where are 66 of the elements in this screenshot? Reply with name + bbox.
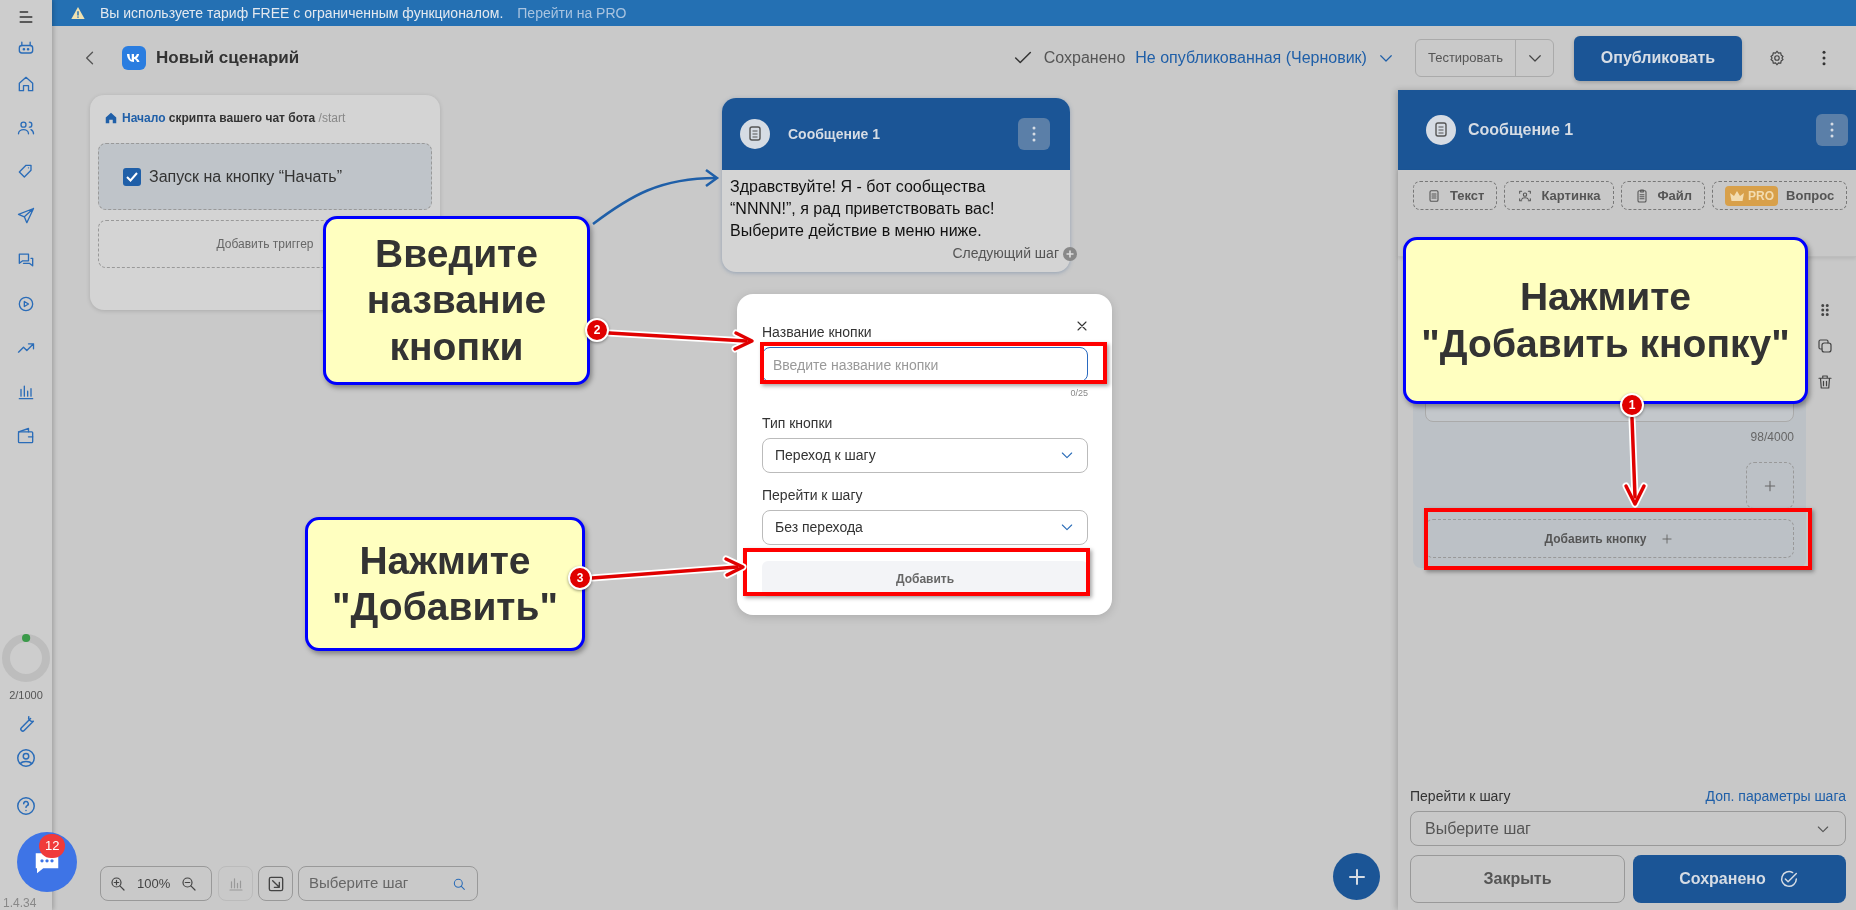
- add-icon[interactable]: [1063, 246, 1077, 261]
- step-number: 2: [585, 318, 609, 342]
- user-icon[interactable]: [15, 747, 37, 769]
- home-icon: [104, 111, 118, 125]
- trash-icon[interactable]: [1816, 373, 1834, 391]
- send-icon[interactable]: [16, 206, 36, 226]
- char-counter: 98/4000: [1749, 428, 1794, 446]
- usage-counter: 2/1000: [9, 687, 43, 703]
- step-params-link[interactable]: Доп. параметры шага: [1705, 786, 1846, 807]
- progress-ring: [1, 632, 51, 683]
- logo-icon: [122, 46, 146, 70]
- button-name-field[interactable]: Введите название кнопки: [762, 347, 1088, 382]
- step-search-field[interactable]: Выберите шаг: [298, 866, 478, 901]
- pro-label: PRO: [1748, 187, 1775, 205]
- close-button[interactable]: Закрыть: [1410, 855, 1625, 903]
- settings-icon[interactable]: [1768, 49, 1786, 67]
- message-text: Здравствуйте! Я - бот сообщества “NNNN!”, я рад приветствовать вас! Выберите действие в меню ниже.: [729, 177, 996, 241]
- checkbox[interactable]: [123, 167, 141, 186]
- add-content-chip[interactable]: Файл: [1620, 181, 1706, 210]
- field-label: Тип кнопки: [762, 413, 833, 433]
- zoom-level: 100%: [137, 874, 171, 893]
- add-step-button[interactable]: [1333, 853, 1380, 900]
- dropdown-field[interactable]: Переход к шагу: [762, 437, 1088, 473]
- save-button[interactable]: Сохранено: [1633, 855, 1846, 903]
- publish-button[interactable]: Опубликовать: [1574, 35, 1742, 81]
- char-counter: 0/25: [1070, 387, 1088, 400]
- crown-icon: [1729, 189, 1746, 202]
- field-label: Перейти к шагу: [762, 485, 863, 505]
- field-label: Перейти к шагу: [1410, 787, 1511, 806]
- save-status: Сохранено: [1043, 48, 1126, 68]
- publish-state-dropdown[interactable]: Не опубликованная (Черновик): [1135, 46, 1367, 70]
- add-content-chip[interactable]: PRO Вопрос: [1712, 181, 1848, 210]
- callout-tooltip: Введите название кнопки: [323, 216, 590, 385]
- more-icon: [1830, 122, 1834, 138]
- zoom-in-icon[interactable]: [109, 874, 127, 893]
- step-dropdown[interactable]: Выберите шаг: [1410, 811, 1846, 846]
- add-content-chip[interactable]: Картинка: [1504, 181, 1614, 210]
- scenario-title: Новый сценарий: [156, 47, 300, 70]
- next-step-label: Следующий шаг: [952, 244, 1059, 263]
- node-menu-button[interactable]: [1018, 118, 1050, 150]
- version-label: 1.4.34: [2, 895, 37, 910]
- start-heading: Начало скрипта вашего чат бота /start: [122, 110, 346, 127]
- step-number: 3: [568, 566, 592, 590]
- node-title: Сообщение 1: [788, 124, 881, 144]
- message-icon: [740, 119, 770, 149]
- trigger-label: Запуск на кнопку “Начать”: [149, 166, 342, 187]
- upgrade-link[interactable]: Перейти на PRO: [517, 2, 627, 24]
- field-label: Название кнопки: [762, 323, 872, 342]
- more-icon: [1032, 126, 1036, 142]
- home-icon[interactable]: [16, 74, 36, 94]
- plus-icon: [1660, 531, 1675, 546]
- message-icon: [1426, 115, 1456, 145]
- trigger-item[interactable]: Запуск на кнопку “Начать”: [98, 143, 432, 210]
- banner-text: Вы используете тариф FREE с ограниченным функционалом.: [100, 3, 504, 23]
- document-icon: [1426, 187, 1442, 204]
- help-icon[interactable]: [15, 794, 37, 817]
- add-content-chip[interactable]: Текст: [1413, 181, 1498, 210]
- stats-button[interactable]: [218, 866, 253, 901]
- copy-icon[interactable]: [1816, 337, 1834, 355]
- warning-icon: [70, 5, 86, 21]
- panel-menu-button[interactable]: [1816, 114, 1848, 146]
- play-icon[interactable]: [16, 294, 36, 314]
- wallet-icon[interactable]: [16, 426, 36, 446]
- dropdown-field[interactable]: Без перехода: [762, 509, 1088, 545]
- fit-view-button[interactable]: [258, 866, 293, 901]
- panel-title: Сообщение 1: [1468, 120, 1575, 140]
